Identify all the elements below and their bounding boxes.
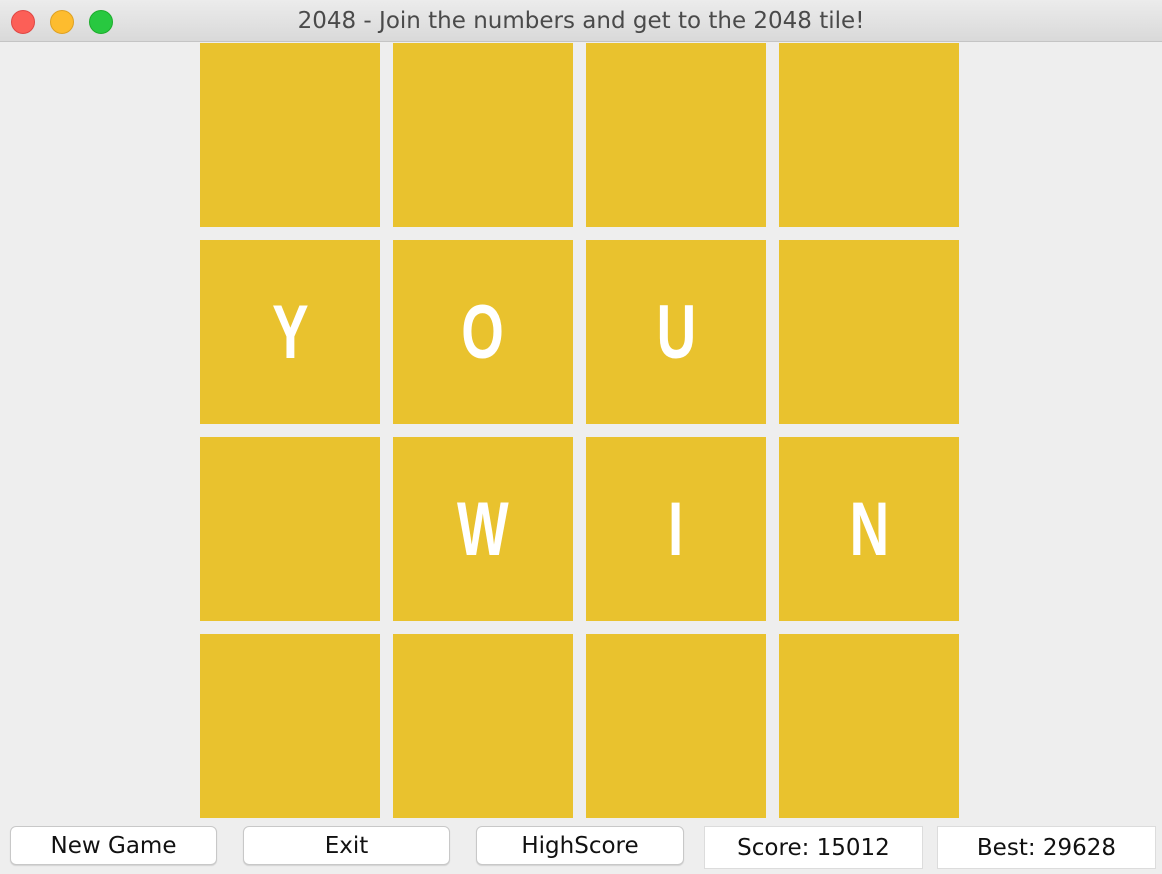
tile-label: I <box>668 486 684 572</box>
tile-label: O <box>461 289 505 375</box>
window-title: 2048 - Join the numbers and get to the 2… <box>297 8 865 34</box>
tile-r0-c2 <box>586 43 766 227</box>
tile-r2-c0 <box>200 437 380 621</box>
game-board: Y O U W I N <box>200 43 959 819</box>
tile-r1-c2: U <box>586 240 766 424</box>
tile-label: U <box>656 289 696 375</box>
title-bar: 2048 - Join the numbers and get to the 2… <box>0 0 1162 42</box>
exit-button[interactable]: Exit <box>243 826 450 865</box>
tile-r2-c1: W <box>393 437 573 621</box>
tile-r1-c3 <box>779 240 959 424</box>
new-game-button[interactable]: New Game <box>10 826 217 865</box>
tile-r0-c3 <box>779 43 959 227</box>
tile-label: W <box>457 486 509 572</box>
tile-r3-c1 <box>393 634 573 818</box>
game-window: 2048 - Join the numbers and get to the 2… <box>0 0 1162 874</box>
tile-label: Y <box>271 289 309 375</box>
tile-r2-c2: I <box>586 437 766 621</box>
tile-r1-c1: O <box>393 240 573 424</box>
score-display: Score: 15012 <box>704 826 923 869</box>
tile-r3-c2 <box>586 634 766 818</box>
best-score-display: Best: 29628 <box>937 826 1156 869</box>
tile-r2-c3: N <box>779 437 959 621</box>
highscore-button[interactable]: HighScore <box>476 826 684 865</box>
tile-r0-c0 <box>200 43 380 227</box>
tile-r3-c3 <box>779 634 959 818</box>
tile-r0-c1 <box>393 43 573 227</box>
tile-r1-c0: Y <box>200 240 380 424</box>
tile-r3-c0 <box>200 634 380 818</box>
tile-label: N <box>849 486 889 572</box>
